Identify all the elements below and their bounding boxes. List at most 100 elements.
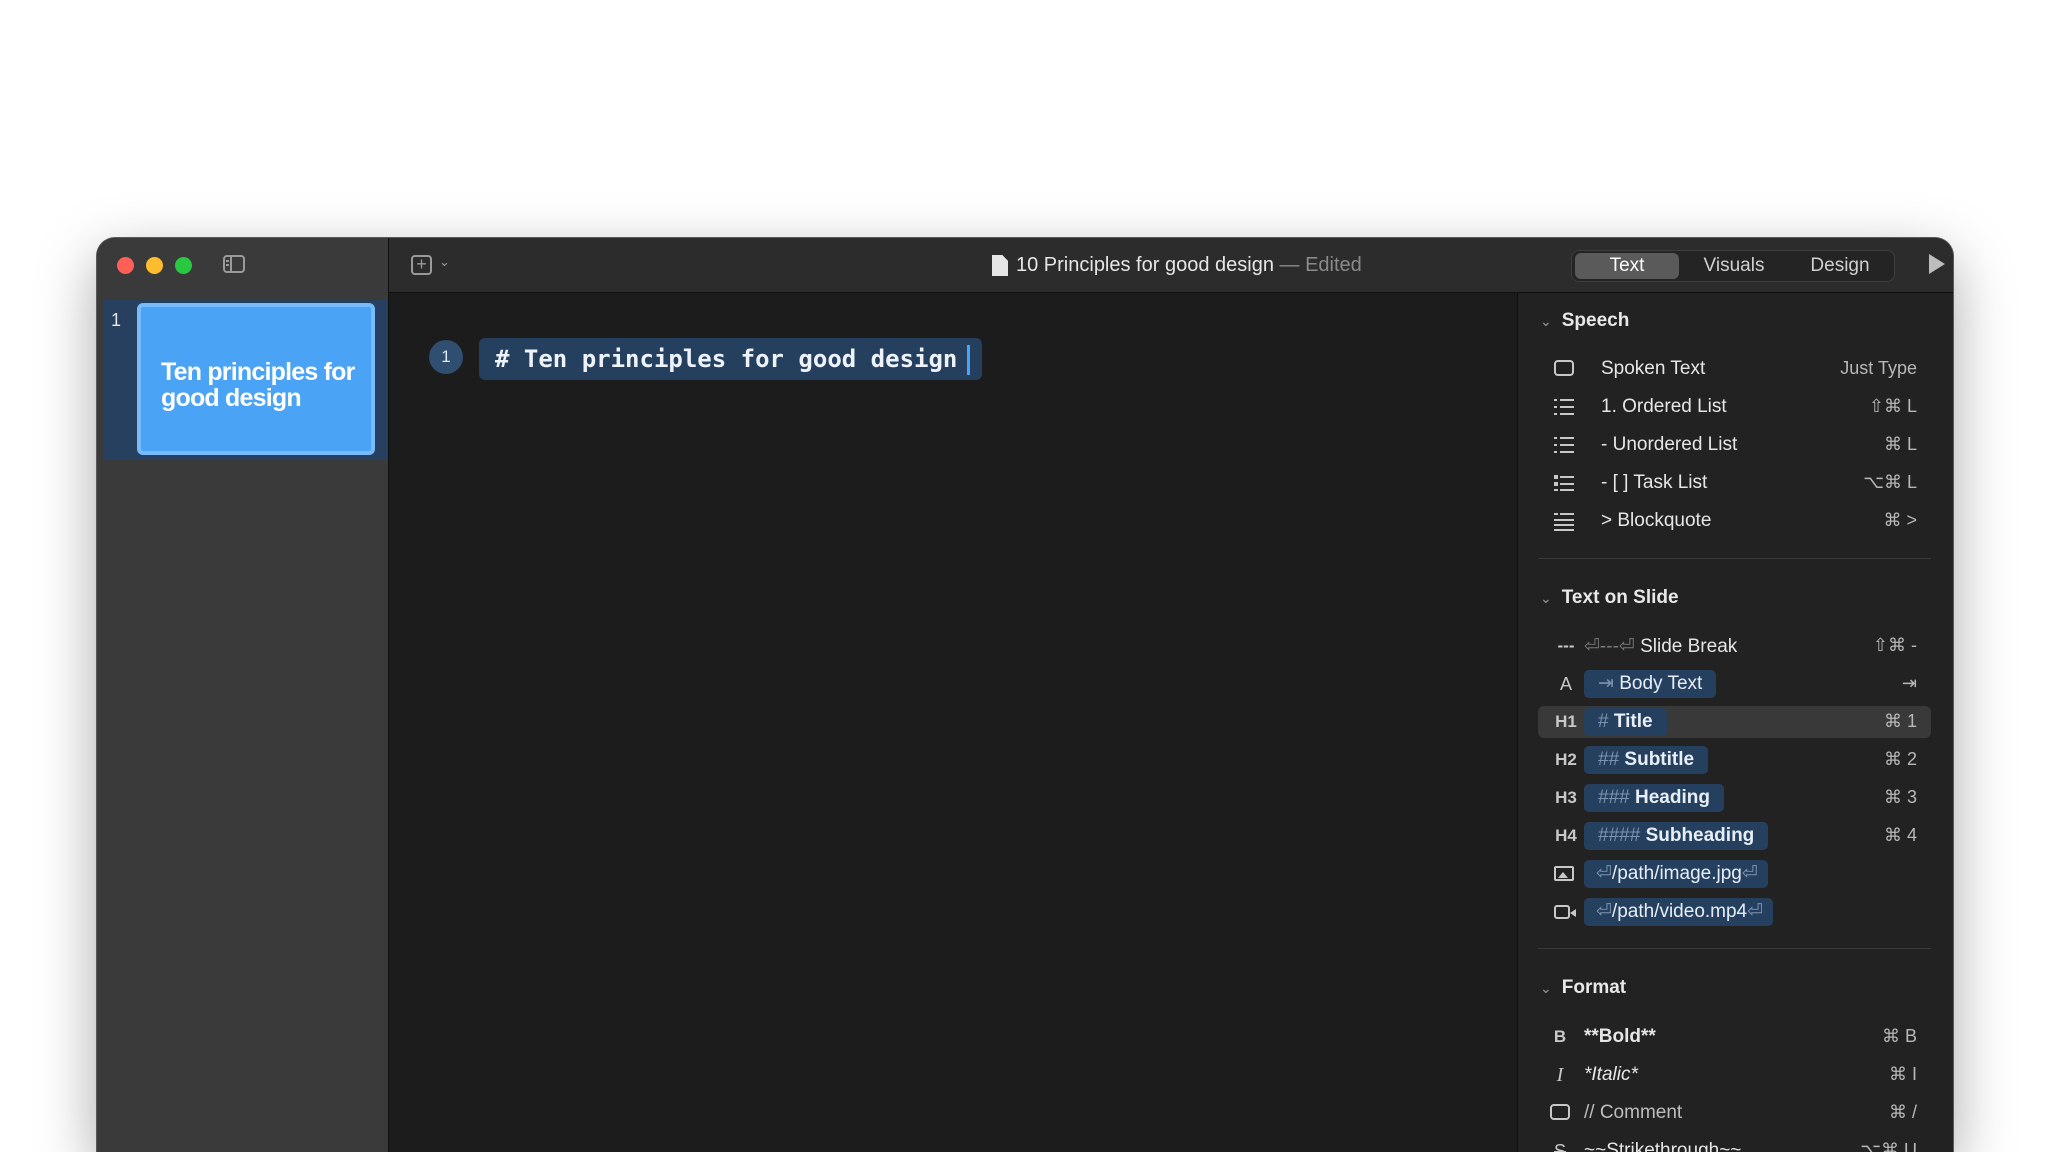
item-shortcut: ⇧⌘ - <box>1872 635 1917 655</box>
tab-text[interactable]: Text <box>1575 253 1679 279</box>
zoom-window-button[interactable] <box>175 257 192 274</box>
slide-thumbnail-title: Ten principles for good design <box>161 358 355 412</box>
slide-item-body-text[interactable]: A ⇥ Body Text ⇥ <box>1538 668 1931 700</box>
format-item-comment[interactable]: // Comment ⌘ / <box>1538 1097 1931 1129</box>
section-header-text-on-slide[interactable]: ⌄ Text on Slide <box>1540 587 1679 609</box>
item-shortcut: ⌘ L <box>1883 434 1917 454</box>
item-label: > Blockquote <box>1601 510 1712 531</box>
slide-item-image[interactable]: ⏎/path/image.jpg⏎ <box>1538 858 1931 890</box>
tab-design[interactable]: Design <box>1789 253 1891 279</box>
document-icon <box>992 255 1008 276</box>
heading-2-icon: H2 <box>1555 750 1577 769</box>
speech-item-unordered-list[interactable]: - Unordered List ⌘ L <box>1538 429 1931 461</box>
slide-line-number: 1 <box>429 340 463 374</box>
edited-status: Edited <box>1305 254 1362 276</box>
item-prefix: ## <box>1598 749 1620 770</box>
task-list-icon <box>1554 475 1574 491</box>
minimize-window-button[interactable] <box>146 257 163 274</box>
slide-item-video[interactable]: ⏎/path/video.mp4⏎ <box>1538 896 1931 928</box>
view-mode-segmented-control: Text Visuals Design <box>1571 250 1895 282</box>
format-reference-panel: ⌄ Speech Spoken Text Just Type 1. Ordered… <box>1517 293 1953 1152</box>
slide-item-title[interactable]: H1 # Title ⌘ 1 <box>1538 706 1931 738</box>
item-pill: ⇥ Body Text <box>1584 670 1717 698</box>
speech-item-spoken-text[interactable]: Spoken Text Just Type <box>1538 353 1931 385</box>
item-label-text: /path/video.mp4 <box>1611 901 1748 922</box>
item-shortcut: ⌘ 1 <box>1883 711 1917 731</box>
chevron-down-icon: ⌄ <box>1540 313 1552 329</box>
item-label: *Italic* <box>1584 1064 1638 1085</box>
item-shortcut: ⌘ I <box>1888 1064 1917 1084</box>
blockquote-icon <box>1554 513 1574 531</box>
play-icon[interactable] <box>1929 254 1945 274</box>
item-suffix: ⏎ <box>1741 863 1758 884</box>
bold-icon: B <box>1553 1027 1567 1046</box>
image-icon <box>1554 866 1574 881</box>
item-shortcut: ⌘ B <box>1881 1026 1917 1046</box>
sidebar-toggle-icon[interactable] <box>223 255 245 273</box>
slide-sidebar: 1 Ten principles for good design <box>97 238 389 1152</box>
format-item-strikethrough[interactable]: S ~~Strikethrough~~ ⌥⌘ U <box>1538 1135 1931 1152</box>
item-shortcut: ⌘ / <box>1888 1102 1917 1122</box>
item-label: 1. Ordered List <box>1601 396 1727 417</box>
item-label-text: Subtitle <box>1624 749 1695 770</box>
editor-line[interactable]: # Ten principles for good design <box>479 338 983 380</box>
slide-item-subheading[interactable]: H4 #### Subheading ⌘ 4 <box>1538 820 1931 852</box>
item-prefix: # <box>1598 711 1609 732</box>
slide-item-heading[interactable]: H3 ### Heading ⌘ 3 <box>1538 782 1931 814</box>
item-pill: ⏎/path/image.jpg⏎ <box>1584 860 1768 888</box>
item-shortcut: Just Type <box>1840 358 1917 378</box>
item-shortcut: ⌘ 4 <box>1883 825 1917 845</box>
body-text-icon: A <box>1559 674 1572 694</box>
section-header-speech[interactable]: ⌄ Speech <box>1540 310 1629 332</box>
item-shortcut: ⌥⌘ L <box>1863 472 1917 492</box>
chevron-down-icon: ⌄ <box>1540 980 1552 996</box>
item-shortcut: ⌘ > <box>1883 510 1917 530</box>
section-header-format[interactable]: ⌄ Format <box>1540 977 1626 999</box>
italic-icon: I <box>1556 1064 1564 1086</box>
heading-3-icon: H3 <box>1555 788 1577 807</box>
app-window: 1 Ten principles for good design + ⌄ 10 … <box>97 238 1953 1152</box>
document-title[interactable]: 10 Principles for good design — Edited <box>1016 254 1362 277</box>
editor-line-text: # Ten principles for good design <box>495 345 958 373</box>
slide-item-subtitle[interactable]: H2 ## Subtitle ⌘ 2 <box>1538 744 1931 776</box>
item-shortcut: ⌥⌘ U <box>1860 1140 1917 1152</box>
item-label: // Comment <box>1584 1102 1683 1123</box>
item-pill: ## Subtitle <box>1584 746 1709 774</box>
tab-visuals[interactable]: Visuals <box>1682 253 1786 279</box>
strikethrough-icon: S <box>1553 1141 1566 1152</box>
speech-item-blockquote[interactable]: > Blockquote ⌘ > <box>1538 505 1931 537</box>
close-window-button[interactable] <box>117 257 134 274</box>
format-item-bold[interactable]: B **Bold** ⌘ B <box>1538 1021 1931 1053</box>
video-icon <box>1554 905 1576 919</box>
slide-thumbnail[interactable]: Ten principles for good design <box>137 303 375 455</box>
item-pill: # Title <box>1584 708 1667 736</box>
item-label: - [ ] Task List <box>1601 472 1708 493</box>
item-pill: ⏎/path/video.mp4⏎ <box>1584 898 1774 926</box>
section-title: Format <box>1561 977 1627 998</box>
slide-list-item[interactable]: 1 Ten principles for good design <box>103 300 388 460</box>
item-label: - Unordered List <box>1601 434 1738 455</box>
item-prefix: #### <box>1598 825 1641 846</box>
item-shortcut: ⌘ 2 <box>1883 749 1917 769</box>
heading-4-icon: H4 <box>1555 826 1577 845</box>
chevron-down-icon: ⌄ <box>1540 590 1552 606</box>
item-label-text: Title <box>1613 711 1653 732</box>
item-label-text: Heading <box>1634 787 1710 808</box>
section-divider <box>1538 948 1931 949</box>
text-editor[interactable]: 1 # Ten principles for good design <box>389 293 1516 1152</box>
text-cursor <box>967 345 971 375</box>
add-slide-icon[interactable]: + <box>411 255 432 275</box>
slide-break-icon: --- <box>1557 636 1575 655</box>
chevron-down-icon[interactable]: ⌄ <box>439 254 450 270</box>
speech-item-task-list[interactable]: - [ ] Task List ⌥⌘ L <box>1538 467 1931 499</box>
unordered-list-icon <box>1554 437 1574 453</box>
item-label-text: Subheading <box>1645 825 1755 846</box>
comment-icon <box>1550 1104 1570 1120</box>
format-item-italic[interactable]: I *Italic* ⌘ I <box>1538 1059 1931 1091</box>
item-prefix: ⏎ <box>1596 901 1612 922</box>
toolbar: + ⌄ 10 Principles for good design — Edit… <box>389 238 1953 293</box>
slide-item-slide-break[interactable]: --- ⏎---⏎ Slide Break ⇧⌘ - <box>1538 630 1931 662</box>
speech-item-ordered-list[interactable]: 1. Ordered List ⇧⌘ L <box>1538 391 1931 423</box>
document-title-text: 10 Principles for good design <box>1016 254 1274 276</box>
title-separator: — <box>1279 254 1300 276</box>
